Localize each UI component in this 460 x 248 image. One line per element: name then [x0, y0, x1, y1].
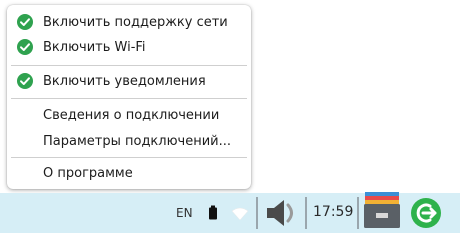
- menu-item-label: О программе: [43, 165, 133, 181]
- menu-item-label: Включить Wi-Fi: [43, 39, 146, 55]
- clock[interactable]: 17:59: [313, 204, 353, 220]
- menu-item-enable-notifications[interactable]: Включить уведомления: [7, 69, 251, 93]
- taskbar-separator: [305, 197, 307, 229]
- menu-separator: [11, 65, 247, 66]
- file-manager-icon[interactable]: [362, 190, 402, 234]
- menu-item-edit-connections[interactable]: Параметры подключений...: [7, 129, 251, 153]
- menu-item-enable-wifi[interactable]: Включить Wi-Fi: [7, 35, 251, 59]
- menu-item-enable-networking[interactable]: Включить поддержку сети: [7, 10, 251, 34]
- menu-item-label: Включить поддержку сети: [43, 14, 228, 30]
- menu-separator: [11, 157, 247, 158]
- menu-item-about[interactable]: О программе: [7, 161, 251, 185]
- taskbar-separator: [357, 197, 359, 229]
- menu-separator: [11, 98, 247, 99]
- taskbar: EN 17:59: [0, 190, 460, 234]
- wifi-icon[interactable]: [231, 206, 249, 225]
- menu-item-label: Включить уведомления: [43, 73, 206, 89]
- battery-icon[interactable]: [208, 205, 218, 225]
- network-context-menu: Включить поддержку сети Включить Wi-Fi В…: [7, 5, 251, 189]
- checkmark-icon: [17, 14, 33, 30]
- taskbar-separator: [256, 197, 258, 229]
- keyboard-layout-indicator[interactable]: EN: [176, 206, 193, 220]
- menu-item-label: Параметры подключений...: [43, 133, 232, 149]
- checkmark-icon: [17, 73, 33, 89]
- volume-icon[interactable]: [264, 196, 300, 234]
- menu-item-connection-info[interactable]: Сведения о подключении: [7, 103, 251, 127]
- session-logout-icon[interactable]: [409, 196, 443, 234]
- menu-item-label: Сведения о подключении: [43, 107, 220, 123]
- checkmark-icon: [17, 39, 33, 55]
